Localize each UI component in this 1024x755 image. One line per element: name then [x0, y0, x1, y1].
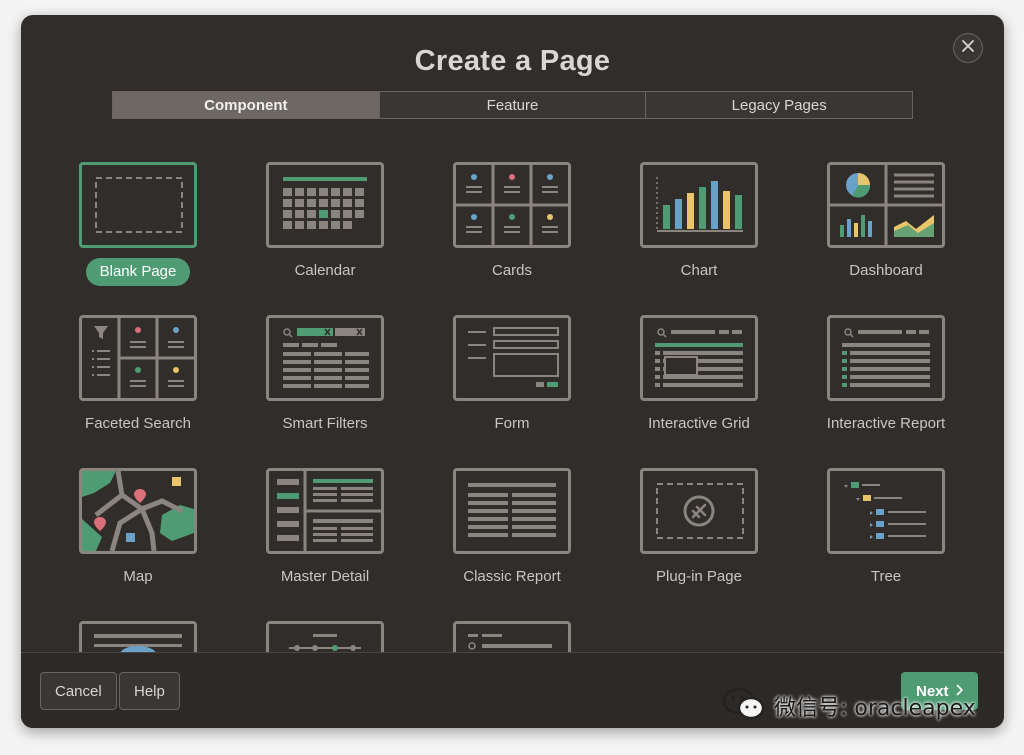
dashboard-icon — [827, 162, 945, 248]
close-button[interactable] — [953, 33, 983, 63]
tile-label: Plug-in Page — [656, 568, 742, 585]
blank-page-icon — [79, 162, 197, 248]
tree-icon — [827, 468, 945, 554]
tile-master-detail[interactable]: Master Detail — [245, 458, 405, 598]
tile-partial-1[interactable] — [58, 611, 218, 652]
tile-partial-2[interactable] — [245, 611, 405, 652]
tile-label: Interactive Grid — [648, 415, 750, 432]
tile-chart[interactable]: Chart — [619, 152, 779, 292]
tile-label: Master Detail — [280, 568, 370, 585]
tile-label: Classic Report — [463, 568, 561, 585]
page-type-grid: Blank Page Calendar Cards Chart Dashboar… — [21, 152, 1004, 652]
tile-cards[interactable]: Cards — [432, 152, 592, 292]
tile-label: Dashboard — [849, 262, 923, 279]
tab-component[interactable]: Component — [113, 92, 380, 118]
tile-label: Faceted Search — [85, 415, 191, 432]
tile-classic-report[interactable]: Classic Report — [432, 458, 592, 598]
tile-label: Map — [123, 568, 153, 585]
wechat-icon — [722, 686, 766, 727]
tile-dashboard[interactable]: Dashboard — [806, 152, 966, 292]
tile-label: Interactive Report — [826, 415, 946, 432]
tile-interactive-grid[interactable]: Interactive Grid — [619, 305, 779, 445]
plugin-page-icon — [640, 468, 758, 554]
tile-label: Smart Filters — [282, 415, 368, 432]
calendar-icon — [266, 162, 384, 248]
watermark: 微信号: oracleapex — [722, 686, 976, 726]
page-thumbnail-icon — [453, 621, 571, 652]
classic-report-icon — [453, 468, 571, 554]
interactive-grid-icon — [640, 315, 758, 401]
tile-map[interactable]: Map — [58, 458, 218, 598]
tile-form[interactable]: Form — [432, 305, 592, 445]
watermark-text: 微信号: oracleapex — [774, 696, 976, 721]
tile-label: Blank Page — [86, 258, 190, 286]
tile-label: Calendar — [294, 262, 356, 279]
tile-label: Tree — [870, 568, 902, 585]
master-detail-icon — [266, 468, 384, 554]
tile-calendar[interactable]: Calendar — [245, 152, 405, 292]
tab-feature[interactable]: Feature — [379, 92, 647, 118]
tile-faceted-search[interactable]: Faceted Search — [58, 305, 218, 445]
tile-tree[interactable]: Tree — [806, 458, 966, 598]
cards-icon — [453, 162, 571, 248]
page-thumbnail-icon — [266, 621, 384, 652]
help-button[interactable]: Help — [119, 672, 180, 710]
cancel-button[interactable]: Cancel — [40, 672, 117, 710]
tile-label: Cards — [491, 262, 532, 279]
tile-partial-3[interactable] — [432, 611, 592, 652]
close-icon — [961, 39, 975, 58]
tab-bar: Component Feature Legacy Pages — [112, 91, 913, 119]
smart-filters-icon — [266, 315, 384, 401]
tab-legacy-pages[interactable]: Legacy Pages — [646, 92, 913, 118]
tile-smart-filters[interactable]: Smart Filters — [245, 305, 405, 445]
faceted-search-icon — [79, 315, 197, 401]
chart-icon — [640, 162, 758, 248]
tile-plugin-page[interactable]: Plug-in Page — [619, 458, 779, 598]
dialog-title: Create a Page — [414, 45, 611, 77]
tile-blank-page[interactable]: Blank Page — [58, 152, 218, 292]
page-thumbnail-icon — [79, 621, 197, 652]
tile-interactive-report[interactable]: Interactive Report — [806, 305, 966, 445]
tile-label: Form — [494, 415, 530, 432]
interactive-report-icon — [827, 315, 945, 401]
create-page-dialog: Create a Page Component Feature Legacy P… — [21, 15, 1004, 728]
tile-label: Chart — [680, 262, 718, 279]
form-icon — [453, 315, 571, 401]
map-icon — [79, 468, 197, 554]
